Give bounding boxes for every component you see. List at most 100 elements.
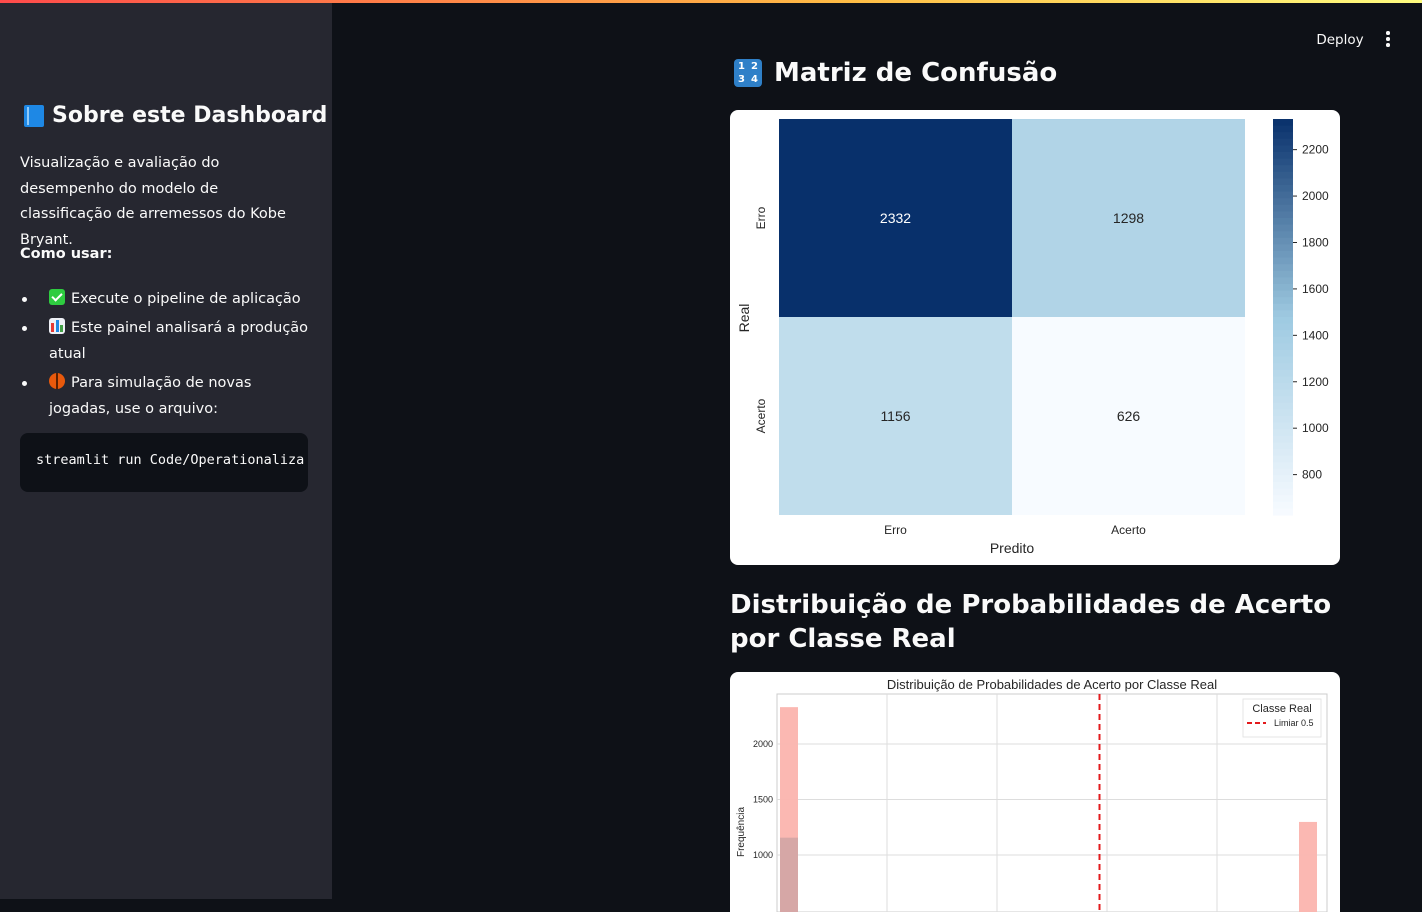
colorbar-tick-label: 1200 xyxy=(1302,375,1329,389)
colorbar-segment xyxy=(1273,396,1293,404)
list-item-text: Execute o pipeline de aplicação xyxy=(71,291,301,307)
distribution-chart: 1000 1500 2000 Distribuição de Probabilidad… xyxy=(736,677,1328,912)
vertical-dots-icon[interactable] xyxy=(1380,30,1396,48)
code-block[interactable]: streamlit run Code/Operationaliza xyxy=(20,433,308,492)
colorbar-segment xyxy=(1273,343,1293,351)
colorbar-segment xyxy=(1273,284,1293,292)
colorbar-tick-label: 800 xyxy=(1302,468,1322,482)
colorbar-segment xyxy=(1273,290,1293,298)
colorbar-segment xyxy=(1273,138,1293,146)
basketball-icon xyxy=(49,373,65,389)
list-item: Para simulação de novas jogadas, use o a… xyxy=(20,370,312,422)
colorbar-segment xyxy=(1273,495,1293,503)
distribution-card: 1000 1500 2000 Distribuição de Probabilidad… xyxy=(730,672,1340,912)
colorbar-segment xyxy=(1273,171,1293,179)
colorbar-segment xyxy=(1273,270,1293,278)
confusion-matrix-heading: 1 2 3 4 Matriz de Confusão xyxy=(734,58,1057,88)
list-item: Execute o pipeline de aplicação xyxy=(20,286,312,312)
list-item-text: Para simulação de novas jogadas, use o a… xyxy=(49,375,252,417)
y-tick-label: Erro xyxy=(754,206,768,229)
sidebar-description: Visualização e avaliação do desempenho d… xyxy=(20,155,286,248)
colorbar-segment xyxy=(1273,336,1293,344)
colorbar-segment xyxy=(1273,429,1293,437)
colorbar-segment xyxy=(1273,356,1293,364)
colorbar-segment xyxy=(1273,132,1293,140)
colorbar-segment xyxy=(1273,237,1293,245)
x-axis-label: Predito xyxy=(990,540,1035,556)
colorbar-tick-label: 1000 xyxy=(1302,421,1329,435)
colorbar-segment xyxy=(1273,402,1293,410)
y-axis-label: Real xyxy=(736,304,752,333)
colorbar-tick-label: 2200 xyxy=(1302,143,1329,157)
colorbar-segment xyxy=(1273,251,1293,259)
howto-label: Como usar: xyxy=(20,246,113,262)
icon-digit: 2 xyxy=(751,61,758,72)
icon-digit: 4 xyxy=(751,74,758,85)
colorbar-segment xyxy=(1273,211,1293,219)
check-mark-icon xyxy=(49,289,65,305)
colorbar-segment xyxy=(1273,191,1293,199)
histogram-bar xyxy=(780,837,798,912)
colorbar-segment xyxy=(1273,244,1293,252)
colorbar-segment xyxy=(1273,508,1293,516)
y-tick-label: Acerto xyxy=(754,398,768,433)
colorbar-segment xyxy=(1273,449,1293,457)
colorbar-segment xyxy=(1273,158,1293,166)
y-tick-label: 1500 xyxy=(753,795,773,805)
colorbar-segment xyxy=(1273,204,1293,212)
x-tick-label: Acerto xyxy=(1111,523,1146,537)
distribution-heading: Distribuição de Probabilidades de Acerto… xyxy=(730,590,1332,654)
legend-threshold-label: Limiar 0.5 xyxy=(1274,718,1314,728)
howto-list: Execute o pipeline de aplicação Este pai… xyxy=(20,286,312,425)
confusion-matrix-heading-text: Matriz de Confusão xyxy=(774,58,1058,88)
colorbar-tick-label: 1600 xyxy=(1302,282,1329,296)
y-tick-label: 1000 xyxy=(753,850,773,860)
colorbar-segment xyxy=(1273,224,1293,232)
colorbar-segment xyxy=(1273,468,1293,476)
heatmap-value-label: 1156 xyxy=(880,408,910,424)
heatmap-value-label: 626 xyxy=(1117,408,1141,424)
colorbar-tick-label: 1800 xyxy=(1302,235,1329,249)
colorbar-segment xyxy=(1273,178,1293,186)
colorbar-segment xyxy=(1273,475,1293,483)
heatmap-value-label: 2332 xyxy=(880,210,911,226)
colorbar-segment xyxy=(1273,125,1293,133)
colorbar-segment xyxy=(1273,310,1293,318)
list-item-text: Este painel analisará a produção atual xyxy=(49,320,309,362)
colorbar-segment xyxy=(1273,297,1293,305)
colorbar-segment xyxy=(1273,422,1293,430)
colorbar-segment xyxy=(1273,455,1293,463)
sidebar: Sobre este Dashboard Visualização e aval… xyxy=(0,3,332,899)
colorbar-segment xyxy=(1273,383,1293,391)
blue-book-icon xyxy=(24,104,44,127)
colorbar-segment xyxy=(1273,350,1293,358)
colorbar-segment xyxy=(1273,185,1293,193)
sidebar-title-text: Sobre este Dashboard xyxy=(52,103,328,128)
colorbar-tick-label: 2000 xyxy=(1302,189,1329,203)
heatmap-value-label: 1298 xyxy=(1113,210,1144,226)
colorbar-segment xyxy=(1273,257,1293,265)
colorbar-segment xyxy=(1273,435,1293,443)
histogram-bar xyxy=(1299,821,1317,912)
colorbar-segment xyxy=(1273,277,1293,285)
colorbar-segment xyxy=(1273,218,1293,226)
colorbar-segment xyxy=(1273,152,1293,160)
y-axis-label: Frequência xyxy=(736,807,747,857)
colorbar-segment xyxy=(1273,145,1293,153)
confusion-matrix-card: 2332 1298 1156 626 Erro Acerto Erro Acerto Predi… xyxy=(730,110,1340,565)
colorbar-segment xyxy=(1273,231,1293,239)
colorbar-segment xyxy=(1273,376,1293,384)
confusion-matrix-chart: 2332 1298 1156 626 Erro Acerto Erro Acerto Predi… xyxy=(736,119,1329,556)
colorbar-segment xyxy=(1273,409,1293,417)
colorbar-segment xyxy=(1273,323,1293,331)
legend-title: Classe Real xyxy=(1252,703,1311,715)
icon-digit: 1 xyxy=(738,61,745,72)
deploy-button[interactable]: Deploy xyxy=(1308,28,1372,52)
colorbar-segment xyxy=(1273,303,1293,311)
icon-digit: 3 xyxy=(738,74,745,85)
list-item: Este painel analisará a produção atual xyxy=(20,315,312,367)
x-tick-label: Erro xyxy=(884,523,907,537)
colorbar-segment xyxy=(1273,198,1293,206)
numbers-1234-icon: 1 2 3 4 xyxy=(734,59,762,87)
colorbar-segment xyxy=(1273,482,1293,490)
